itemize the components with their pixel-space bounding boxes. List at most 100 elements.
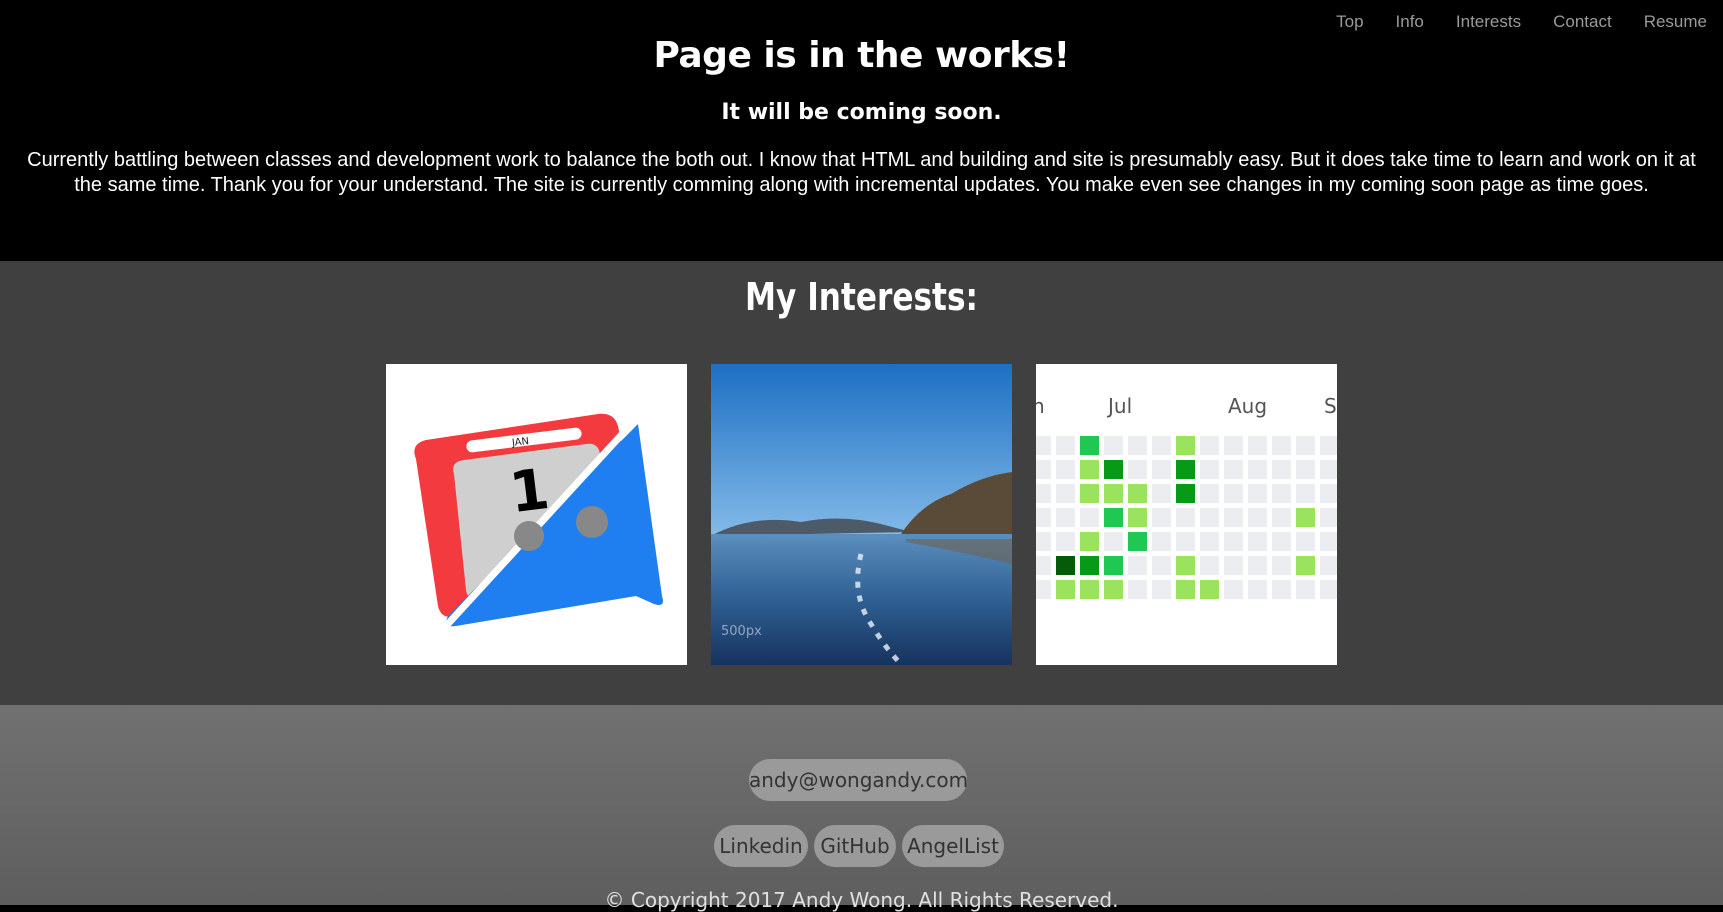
- photo-watermark: 500px: [721, 624, 762, 639]
- contribution-grid: [1036, 436, 1337, 599]
- contribution-cell: [1200, 484, 1219, 503]
- contribution-cell: [1296, 436, 1315, 455]
- contribution-cell: [1036, 532, 1051, 551]
- contribution-cell: [1104, 436, 1123, 455]
- contribution-cell: [1104, 460, 1123, 479]
- contribution-cell: [1152, 460, 1171, 479]
- contribution-cell: [1248, 556, 1267, 575]
- contribution-cell: [1104, 580, 1123, 599]
- hero-subtitle: It will be coming soon.: [721, 100, 1002, 125]
- contribution-cell: [1104, 532, 1123, 551]
- nav-contact-link[interactable]: Contact: [1553, 12, 1612, 32]
- contribution-cell: [1056, 460, 1075, 479]
- contribution-cell: [1056, 556, 1075, 575]
- linkedin-button[interactable]: Linkedin: [714, 825, 808, 867]
- angellist-button[interactable]: AngelList: [902, 825, 1004, 867]
- nav-interests-link[interactable]: Interests: [1456, 12, 1521, 32]
- contribution-cell: [1320, 508, 1337, 527]
- contribution-cell: [1152, 556, 1171, 575]
- contribution-cell: [1176, 484, 1195, 503]
- contribution-cell: [1296, 580, 1315, 599]
- contribution-cell: [1200, 508, 1219, 527]
- contribution-cell: [1248, 580, 1267, 599]
- contribution-cell: [1152, 484, 1171, 503]
- top-nav: Top Info Interests Contact Resume: [1336, 12, 1707, 32]
- contribution-cell: [1080, 484, 1099, 503]
- contribution-cell: [1224, 460, 1243, 479]
- contribution-cell: [1176, 508, 1195, 527]
- month-label-jul: Jul: [1108, 394, 1133, 418]
- contribution-cell: [1200, 580, 1219, 599]
- hero-body: Currently battling between classes and d…: [27, 149, 1696, 196]
- contribution-cell: [1128, 436, 1147, 455]
- contribution-cell: [1036, 580, 1051, 599]
- contribution-cell: [1176, 460, 1195, 479]
- contribution-cell: [1080, 436, 1099, 455]
- contribution-cell: [1056, 436, 1075, 455]
- contribution-cell: [1152, 580, 1171, 599]
- month-label-aug: Aug: [1228, 394, 1268, 418]
- contribution-cell: [1104, 556, 1123, 575]
- contribution-cell: [1104, 508, 1123, 527]
- contribution-cell: [1056, 580, 1075, 599]
- contribution-cell: [1152, 532, 1171, 551]
- contribution-cell: [1152, 436, 1171, 455]
- contribution-cell: [1272, 508, 1291, 527]
- contribution-cell: [1128, 556, 1147, 575]
- footer-section: andy@wongandy.com Linkedin GitHub AngelL…: [0, 705, 1723, 912]
- contribution-cell: [1056, 508, 1075, 527]
- contribution-cell: [1200, 556, 1219, 575]
- contribution-cell: [1248, 484, 1267, 503]
- contribution-cell: [1272, 484, 1291, 503]
- contribution-cell: [1036, 556, 1051, 575]
- interests-title: My Interests:: [745, 275, 978, 319]
- contribution-cell: [1128, 580, 1147, 599]
- calendar-app-tile[interactable]: JAN 1: [386, 364, 687, 665]
- contribution-cell: [1224, 436, 1243, 455]
- nav-info-link[interactable]: Info: [1396, 12, 1424, 32]
- contribution-graph-tile[interactable]: n Jul Aug S: [1036, 364, 1337, 665]
- contribution-cell: [1224, 484, 1243, 503]
- contribution-cell: [1128, 532, 1147, 551]
- contribution-cell: [1320, 532, 1337, 551]
- contribution-cell: [1128, 508, 1147, 527]
- calendar-month-label: JAN: [511, 435, 530, 450]
- contribution-cell: [1320, 460, 1337, 479]
- nav-top-link[interactable]: Top: [1336, 12, 1363, 32]
- contribution-cell: [1296, 508, 1315, 527]
- contribution-cell: [1272, 436, 1291, 455]
- contribution-cell: [1248, 436, 1267, 455]
- contribution-cell: [1128, 460, 1147, 479]
- month-label-jun: n: [1036, 394, 1045, 418]
- contribution-cell: [1200, 532, 1219, 551]
- contribution-cell: [1176, 436, 1195, 455]
- contribution-cell: [1036, 484, 1051, 503]
- contribution-cell: [1036, 460, 1051, 479]
- contribution-cell: [1176, 532, 1195, 551]
- hero-title: Page is in the works!: [653, 35, 1070, 76]
- contribution-cell: [1080, 556, 1099, 575]
- contribution-cell: [1036, 508, 1051, 527]
- contribution-cell: [1248, 508, 1267, 527]
- month-label-sep: S: [1324, 394, 1337, 418]
- contribution-cell: [1104, 484, 1123, 503]
- calendar-day-label: 1: [506, 456, 553, 527]
- contribution-cell: [1272, 532, 1291, 551]
- beach-photo-tile[interactable]: 500px: [711, 364, 1012, 665]
- contribution-cell: [1176, 556, 1195, 575]
- nav-resume-link[interactable]: Resume: [1644, 12, 1707, 32]
- contribution-cell: [1320, 580, 1337, 599]
- contribution-cell: [1224, 532, 1243, 551]
- contribution-cell: [1296, 556, 1315, 575]
- interests-section: My Interests: JAN 1 500px n Jul Aug S: [0, 261, 1723, 705]
- contribution-cell: [1296, 532, 1315, 551]
- contribution-cell: [1320, 436, 1337, 455]
- contribution-cell: [1080, 460, 1099, 479]
- contribution-cell: [1272, 460, 1291, 479]
- contribution-cell: [1128, 484, 1147, 503]
- hero-section: Page is in the works! It will be coming …: [0, 0, 1723, 261]
- contribution-cell: [1272, 580, 1291, 599]
- github-button[interactable]: GitHub: [814, 825, 896, 867]
- email-button[interactable]: andy@wongandy.com: [749, 759, 968, 801]
- beach-photo: [711, 364, 1012, 665]
